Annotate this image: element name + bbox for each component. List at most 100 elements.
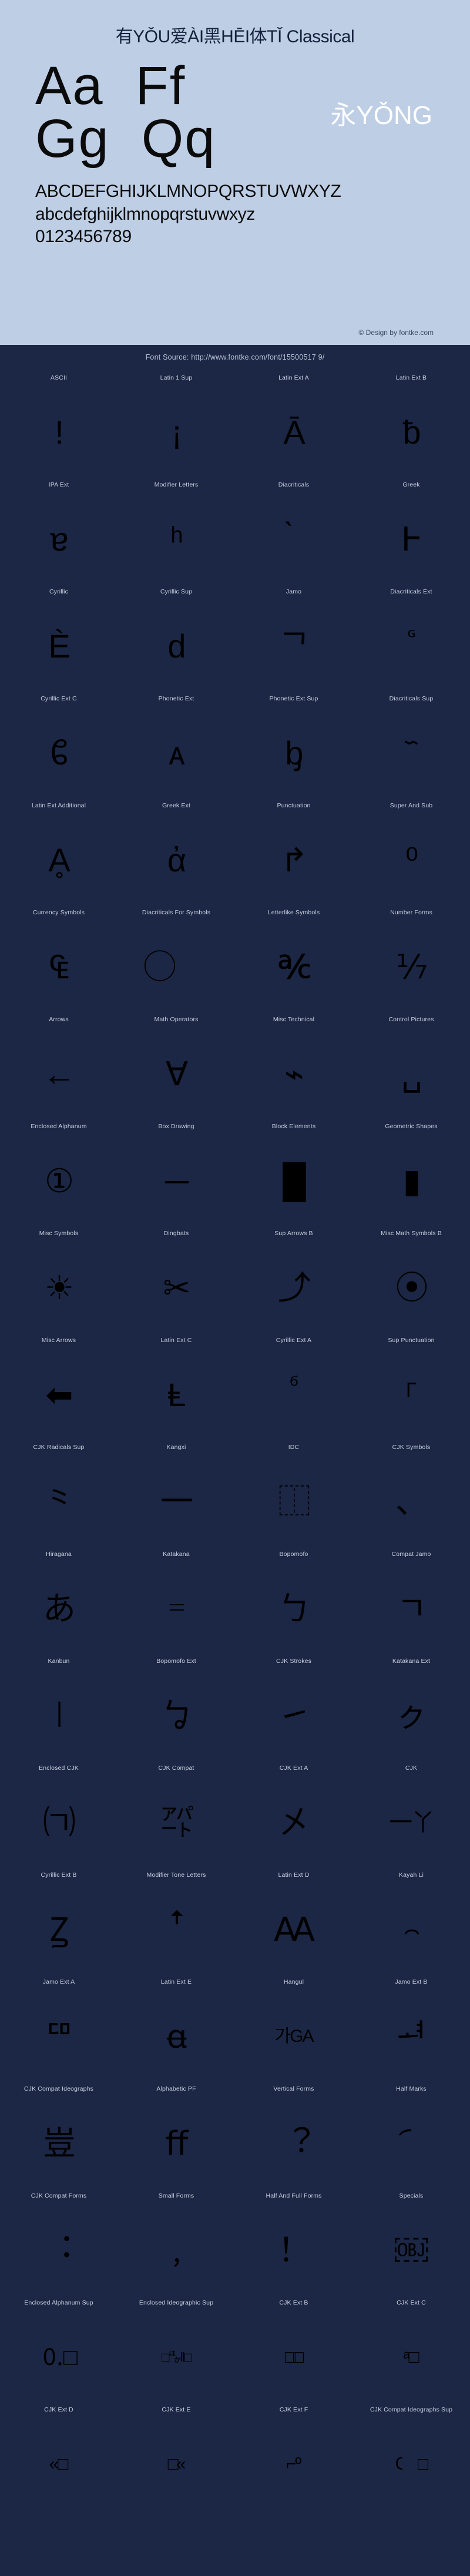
block-glyph-cell[interactable]: 𫝀«□ (0, 2416, 118, 2513)
block-label: Diacriticals Sup (390, 695, 434, 705)
block-glyph-cell[interactable]: ₠ (0, 918, 118, 1016)
block-glyph-cell[interactable]: □🈀‖□ (118, 2309, 235, 2406)
block-glyph-cell[interactable]: ─ (118, 1132, 235, 1230)
block-glyph-cell[interactable]: ɐ (0, 491, 118, 588)
block-glyph-cell[interactable]: 𪜀ᵃ□ (352, 2309, 470, 2406)
block-glyph-cell[interactable]: ̀ (235, 491, 352, 588)
block-glyph-cell[interactable]: ԁ (118, 598, 235, 695)
block-glyph-cell[interactable]: ☀ (0, 1239, 118, 1337)
block-glyph-cell[interactable]: ① (0, 1132, 118, 1230)
block-glyph-cell[interactable]: ힰ (352, 1988, 470, 2085)
block-glyph-cell[interactable]: ⌁ (235, 1025, 352, 1123)
block-glyph-cell[interactable]: □𫠠« (118, 2416, 235, 2513)
block-glyph-sample: ✂ (118, 1239, 235, 1337)
block-glyph-cell[interactable]: ꜛ (118, 1881, 235, 1978)
block-glyph-cell[interactable]: ƀ (352, 384, 470, 481)
block-glyph-cell[interactable]: ⼀ (118, 1453, 235, 1551)
block-glyph-cell[interactable]: ↱ (235, 811, 352, 909)
block-glyph-cell[interactable]: ℀ (235, 918, 352, 1016)
block-glyph-cell[interactable]: 𖽐ᅟ□ (352, 2416, 470, 2513)
block-label-row: CJK Compat Ideographs Alphabetic PF Vertic… (0, 2085, 470, 2095)
block-glyph-cell[interactable]: ⺀ (0, 1453, 118, 1551)
block-glyph-cell[interactable]: ᷈ (352, 705, 470, 802)
block-glyph-cell[interactable]: ！ (235, 2202, 352, 2299)
block-glyph-cell[interactable]: ⅐ (352, 918, 470, 1016)
block-glyph-cell[interactable]: ꬰ (118, 1988, 235, 2085)
block-glyph-cell[interactable]: ⿰ (235, 1453, 352, 1551)
block-label-cell: Half Marks (352, 2085, 470, 2095)
block-label: Latin Ext A (278, 374, 309, 384)
block-glyph-cell[interactable]: ⬅ (0, 1346, 118, 1444)
block-glyph-cell[interactable]: ゠ (118, 1560, 235, 1658)
block-glyph-cell[interactable]: 豈 (0, 2095, 118, 2192)
block-label-cell: CJK (352, 1765, 470, 1774)
block-label-cell: ASCII (0, 374, 118, 384)
block-glyph-cell[interactable]: ⦿ (352, 1239, 470, 1337)
block-glyph-cell[interactable]: ⸀ (352, 1346, 470, 1444)
block-glyph-cell[interactable]: 一丫 (352, 1774, 470, 1871)
block-glyph-sample: 가GA (235, 1988, 352, 2085)
block-glyph-sample: ㇰ (352, 1667, 470, 1765)
block-glyph-cell[interactable]: ⃝ (118, 918, 235, 1016)
block-glyph-cell[interactable]: 、 (352, 1453, 470, 1551)
block-glyph-cell[interactable]: Ā (235, 384, 352, 481)
block-label: Latin Ext E (161, 1978, 192, 1988)
block-glyph-cell[interactable]: Ḁ (0, 811, 118, 909)
block-glyph-cell[interactable]: ㈀ (0, 1774, 118, 1871)
block-glyph-cell[interactable]: ꤮ (352, 1881, 470, 1978)
block-glyph-cell[interactable]: 㐅 (235, 1774, 352, 1871)
block-glyph-sample: ↱ (235, 811, 352, 909)
block-glyph-cell[interactable]: ← (0, 1025, 118, 1123)
block-glyph-sample: ꜛ (118, 1881, 235, 1978)
block-glyph-sample: ￼ (352, 2202, 470, 2299)
block-glyph-cell[interactable]: ︓ (0, 2202, 118, 2299)
block-glyph-cell[interactable]: ᶀ (235, 705, 352, 802)
block-glyph-cell[interactable]: ⷠ (235, 1346, 352, 1444)
block-glyph-cell[interactable]: ﬀ (118, 2095, 235, 2192)
block-glyph-cell[interactable]: Ꙁ (0, 1881, 118, 1978)
block-glyph-cell[interactable]: ᄀ (235, 598, 352, 695)
block-label: Misc Symbols (39, 1230, 79, 1239)
block-glyph-cell[interactable]: ἀ (118, 811, 235, 909)
block-glyph-cell[interactable]: ￼ (352, 2202, 470, 2299)
block-glyph-cell[interactable]: ✂ (118, 1239, 235, 1337)
block-glyph-cell[interactable]: ! (0, 384, 118, 481)
block-glyph-cell[interactable]: ⁰ (352, 811, 470, 909)
block-glyph-cell[interactable]: 🄀□ (0, 2309, 118, 2406)
block-glyph-cell[interactable]: Ѐ (0, 598, 118, 695)
block-glyph-cell[interactable]: ᷛ (352, 598, 470, 695)
block-glyph-cell[interactable]: ㄅ (235, 1560, 352, 1658)
font-source-link[interactable]: Font Source: http://www.fontke.com/font/… (0, 345, 470, 374)
block-glyph-cell[interactable]: ㇰ (352, 1667, 470, 1765)
block-label: Vertical Forms (273, 2085, 314, 2095)
block-glyph-cell[interactable]: 가GA (235, 1988, 352, 2085)
block-glyph-cell[interactable]: ︠ (352, 2095, 470, 2192)
block-glyph-row: 🄀□ □🈀‖□ □𠀀□ 𪜀ᵃ□ (0, 2309, 470, 2406)
block-glyph-cell[interactable]: あ (0, 1560, 118, 1658)
block-glyph-cell[interactable]: ▮ (352, 1132, 470, 1230)
block-glyph-cell[interactable]: ︖ (235, 2095, 352, 2192)
block-glyph-cell[interactable]: Ͱ (352, 491, 470, 588)
block-glyph-cell[interactable]: ﹐ (118, 2202, 235, 2299)
block-glyph-cell[interactable]: Ꜳ (235, 1881, 352, 1978)
block-glyph-cell[interactable]: █ (235, 1132, 352, 1230)
block-glyph-cell[interactable]: 𬺰⌐º (235, 2416, 352, 2513)
block-glyph-cell[interactable]: Ⱡ (118, 1346, 235, 1444)
block-glyph-cell[interactable]: ¡ (118, 384, 235, 481)
block-glyph-cell[interactable]: ㌀ (118, 1774, 235, 1871)
block-glyph-cell[interactable]: ␣ (352, 1025, 470, 1123)
block-glyph-cell[interactable]: ㆐ (0, 1667, 118, 1765)
block-glyph-cell[interactable]: ㆠ (118, 1667, 235, 1765)
block-glyph-cell[interactable]: ʰ (118, 491, 235, 588)
block-glyph-cell[interactable]: ⤴ (235, 1239, 352, 1337)
block-glyph-sample: 𖽐ᅟ□ (352, 2416, 470, 2513)
block-glyph-cell[interactable]: ᴀ (118, 705, 235, 802)
block-glyph-cell[interactable]: ㄱ (352, 1560, 470, 1658)
block-glyph-cell[interactable]: ㇀ (235, 1667, 352, 1765)
block-glyph-cell[interactable]: ꥠ (0, 1988, 118, 2085)
block-glyph-cell[interactable]: ∀ (118, 1025, 235, 1123)
block-glyph-cell[interactable]: ᲀ (0, 705, 118, 802)
block-glyph-sample: Ⱡ (118, 1346, 235, 1444)
block-glyph-cell[interactable]: □𠀀□ (235, 2309, 352, 2406)
block-glyph-sample: Ꜳ (235, 1881, 352, 1978)
